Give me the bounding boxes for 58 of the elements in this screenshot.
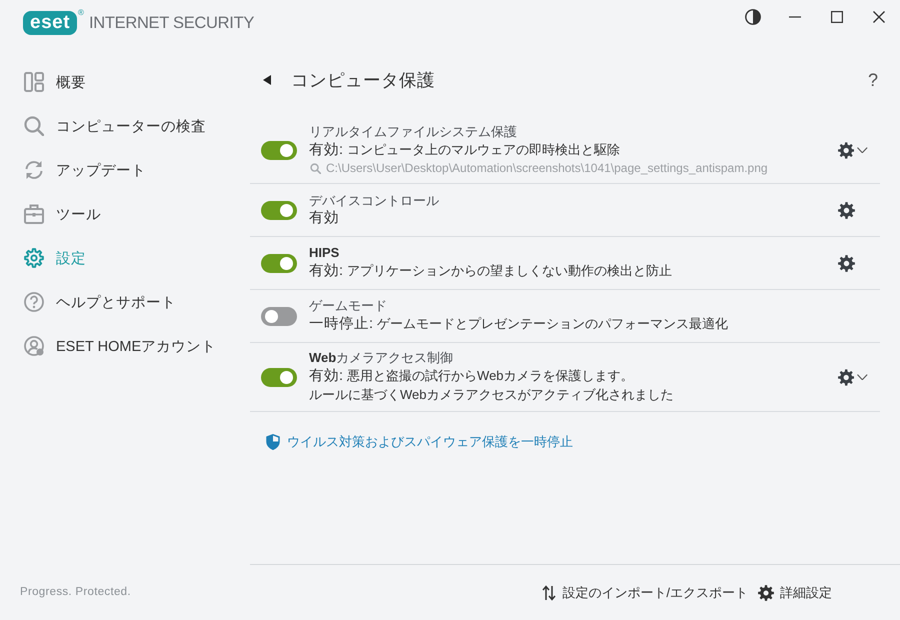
module-description: コンピュータ上のマルウェアの即時検出と駆除 — [347, 141, 620, 159]
help-button[interactable]: ? — [868, 68, 878, 92]
sidebar-item[interactable]: ESET HOMEアカウント — [24, 324, 216, 368]
back-icon[interactable] — [263, 75, 271, 85]
close-icon[interactable] — [873, 11, 885, 23]
module-status: 一時停止: — [309, 315, 374, 334]
chevron-down-icon[interactable] — [857, 146, 868, 154]
gear-icon[interactable] — [838, 142, 854, 158]
import-export-button[interactable]: 設定のインポート/エクスポート — [542, 584, 748, 602]
search-icon — [24, 116, 44, 136]
gear-icon — [758, 584, 774, 600]
module-status: 有効 — [309, 208, 339, 228]
module-status: 有効: — [309, 262, 344, 281]
search-icon — [310, 162, 321, 174]
module-status: 有効: — [309, 141, 344, 160]
minimize-icon[interactable] — [789, 16, 801, 18]
user-account-icon — [24, 336, 44, 356]
logo-badge: eset — [23, 11, 78, 35]
tagline: Progress. Protected. — [20, 586, 131, 598]
toggle-switch[interactable] — [261, 140, 297, 160]
sidebar-item[interactable]: 概要 — [24, 60, 86, 104]
page-title: コンピュータ保護 — [291, 69, 435, 92]
refresh-icon — [24, 160, 44, 180]
module-description: 悪用と盗撮の試行からWebカメラを保護します。 — [347, 367, 634, 385]
module-title: ゲームモード — [309, 298, 387, 314]
help-icon — [24, 292, 44, 312]
toggle-switch[interactable] — [261, 368, 297, 386]
gear-icon[interactable] — [838, 202, 855, 218]
product-name: INTERNET SECURITY — [88, 13, 254, 34]
module-title: Webカメラアクセス制御 — [309, 350, 454, 366]
registered-mark: ® — [78, 9, 84, 17]
chevron-down-icon[interactable] — [857, 374, 868, 380]
shield-icon — [266, 434, 280, 450]
sidebar-item[interactable]: ツール — [24, 192, 101, 236]
dashboard-icon — [24, 72, 44, 92]
toggle-switch[interactable] — [261, 254, 297, 272]
gear-icon — [24, 248, 44, 268]
sidebar-item[interactable]: ヘルプとサポート — [24, 280, 176, 324]
up-down-arrows-icon — [542, 584, 556, 600]
file-path: C:\Users\User\Desktop\Automation\screenshots\1041\page_settings_antispam.png — [326, 160, 768, 176]
sidebar-item[interactable]: コンピューターの検査 — [24, 104, 206, 148]
maximize-icon[interactable] — [831, 11, 843, 23]
gear-icon[interactable] — [838, 368, 854, 386]
toggle-switch[interactable] — [261, 306, 297, 326]
gear-icon[interactable] — [838, 254, 855, 272]
module-title: デバイスコントロール — [309, 192, 439, 208]
module-title: リアルタイムファイルシステム保護 — [309, 124, 517, 140]
sidebar-item[interactable]: アップデート — [24, 148, 146, 192]
toggle-switch[interactable] — [261, 200, 297, 220]
module-note: ルールに基づくWebカメラアクセスがアクティブ化されました — [309, 386, 674, 404]
pause-protection-link[interactable]: ウイルス対策およびスパイウェア保護を一時停止 — [266, 433, 573, 451]
advanced-setup-button[interactable]: 詳細設定 — [758, 584, 832, 602]
module-status: 有効: — [309, 367, 344, 386]
contrast-icon[interactable] — [745, 9, 761, 25]
module-title: HIPS — [309, 245, 340, 261]
module-description: ゲームモードとプレゼンテーションのパフォーマンス最適化 — [377, 315, 728, 333]
module-description: アプリケーションからの望ましくない動作の検出と防止 — [347, 262, 672, 280]
toolbox-icon — [24, 204, 44, 224]
